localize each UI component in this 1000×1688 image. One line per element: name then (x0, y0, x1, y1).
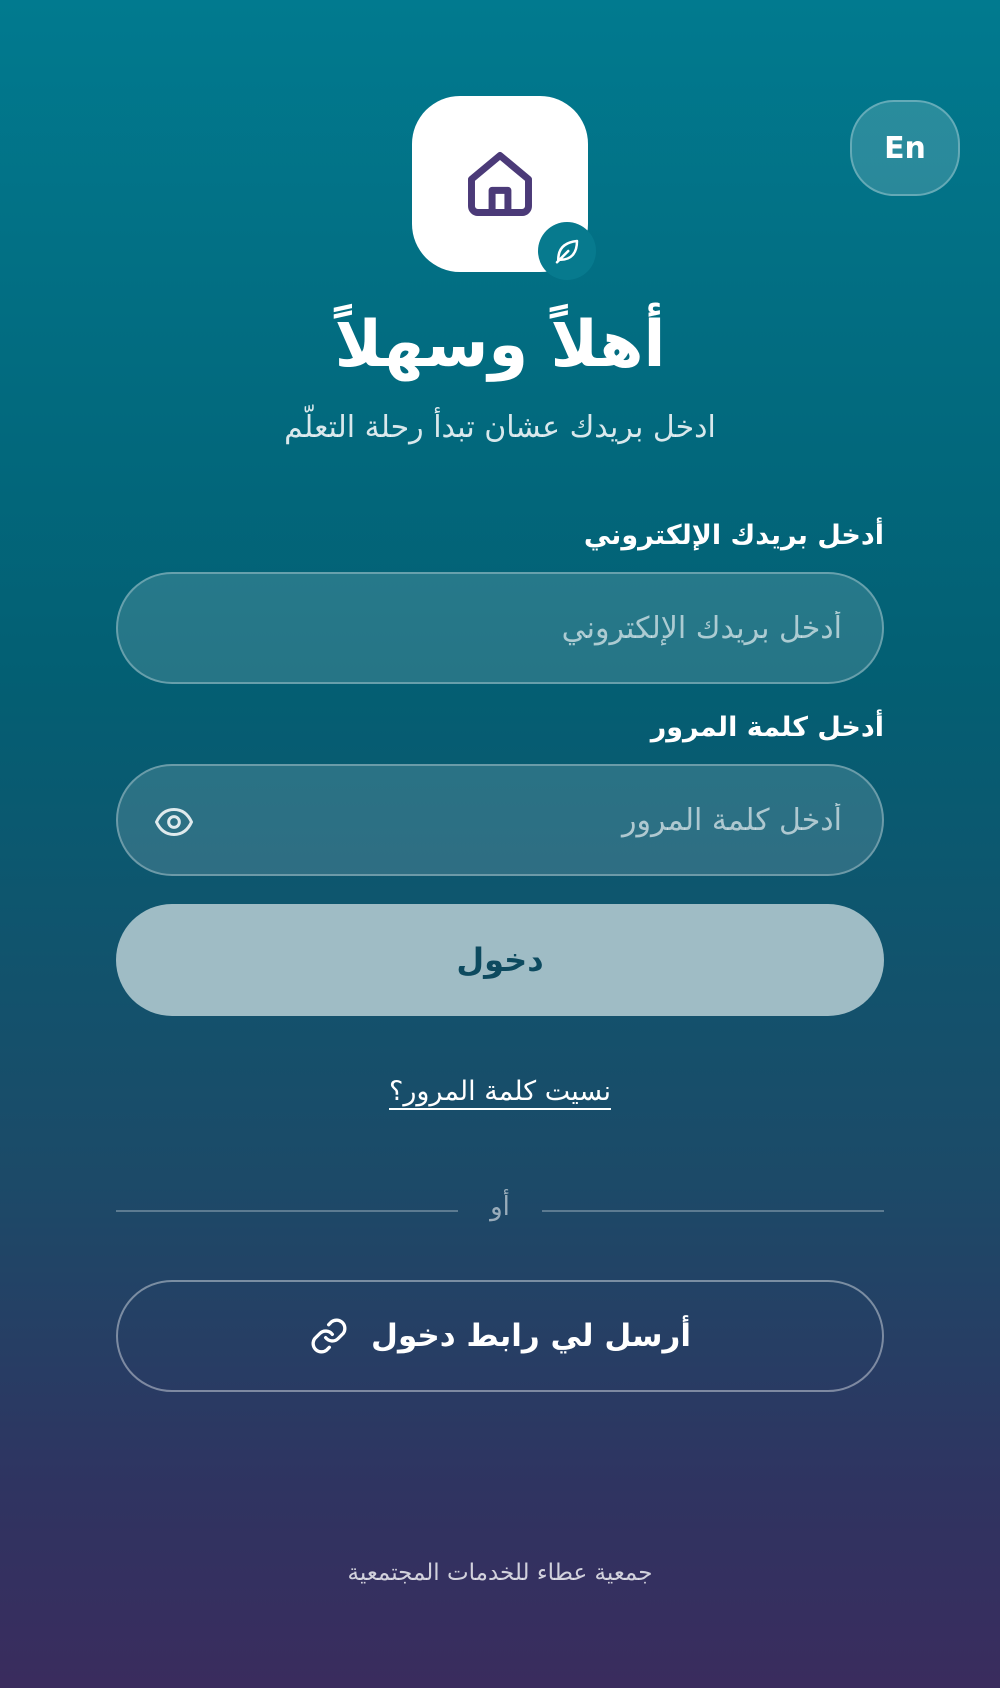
page-title: أهلاً وسهلاً (334, 308, 666, 382)
language-toggle-button[interactable]: En (850, 100, 960, 196)
login-button[interactable]: دخول (116, 904, 884, 1016)
divider-label: أو (490, 1192, 510, 1222)
email-input[interactable] (118, 574, 882, 682)
forgot-password-container: نسيت كلمة المرور؟ (0, 1076, 1000, 1107)
or-divider: أو (116, 1192, 884, 1228)
forgot-password-link[interactable]: نسيت كلمة المرور؟ (389, 1076, 611, 1107)
password-input[interactable] (118, 766, 882, 874)
footer-organization: جمعية عطاء للخدمات المجتمعية (347, 1560, 653, 1586)
email-field-container (116, 572, 884, 684)
email-label: أدخل بريدك الإلكتروني (583, 520, 884, 551)
magic-link-button-label: أرسل لي رابط دخول (371, 1318, 691, 1354)
leaf-badge (538, 222, 596, 280)
link-icon (311, 1318, 347, 1354)
password-field-container (116, 764, 884, 876)
leaf-icon (555, 239, 579, 264)
house-icon (468, 152, 532, 216)
magic-link-button[interactable]: أرسل لي رابط دخول (116, 1280, 884, 1392)
password-label: أدخل كلمة المرور (650, 712, 884, 743)
page-subtitle: ادخل بريدك عشان تبدأ رحلة التعلّم (284, 410, 716, 445)
divider-line-right (542, 1210, 884, 1212)
eye-icon[interactable] (154, 802, 194, 842)
